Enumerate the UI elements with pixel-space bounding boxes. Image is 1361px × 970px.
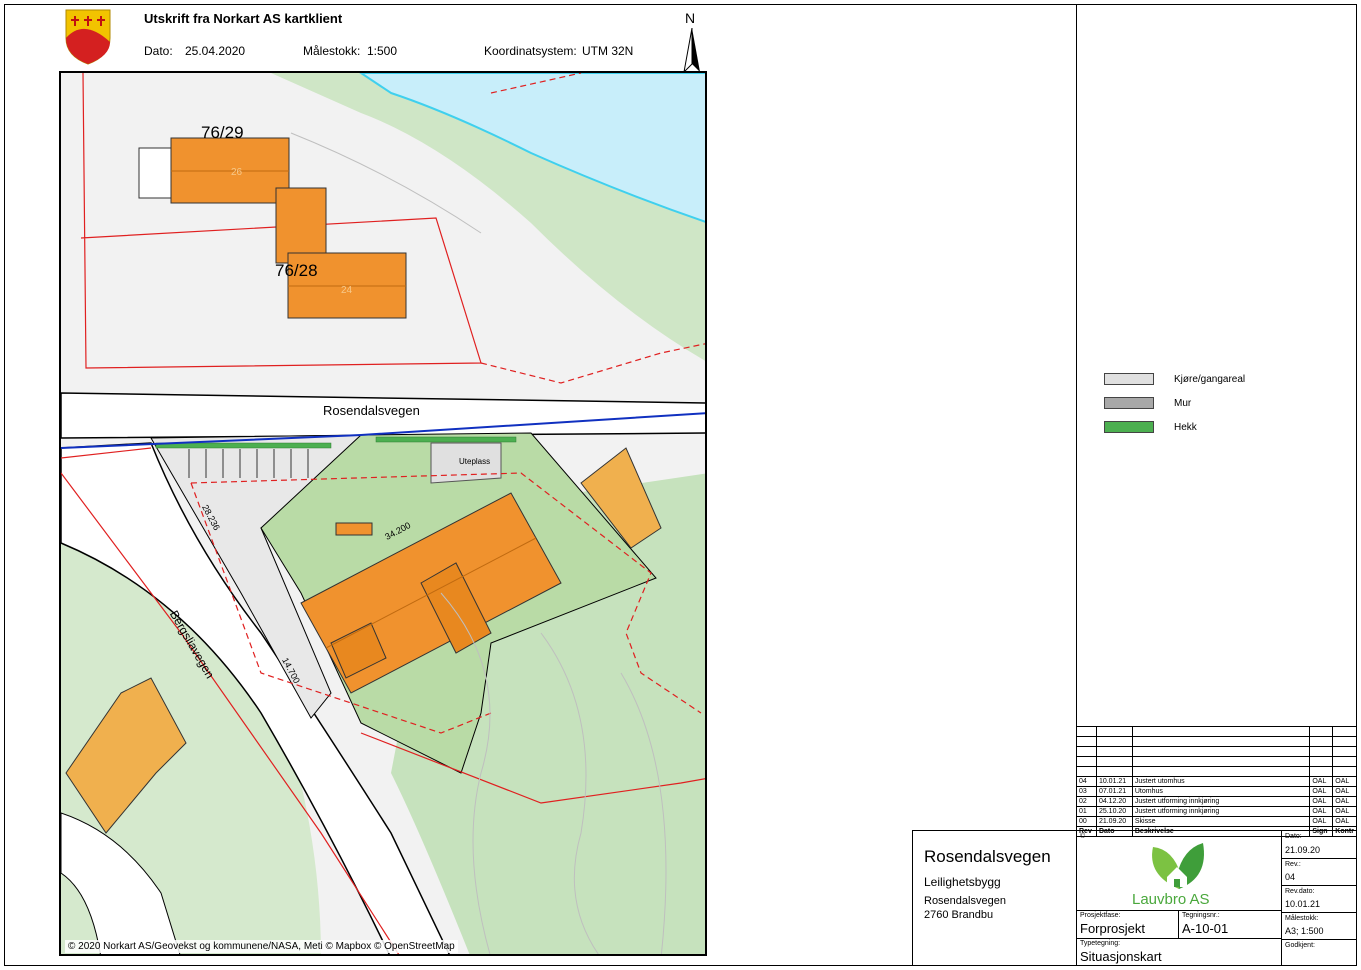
north-label: N (685, 10, 696, 26)
kontr-cell: OAL (1332, 786, 1357, 797)
legend-label: Kjøre/gangareal (1174, 373, 1246, 385)
tb-date-value: 21.09.20 (1285, 845, 1321, 855)
phase-cell: Prosjektfase: Forprosjekt (1077, 911, 1179, 939)
kontr-cell: OAL (1332, 796, 1357, 807)
kontr-cell: OAL (1332, 776, 1357, 787)
date-cell: 04.12.20 (1095, 796, 1133, 807)
desc-cell: Justert utforming innkjøring (1131, 806, 1311, 817)
rev-cell: 03 (1076, 786, 1097, 797)
address-line-2: 2760 Brandbu (924, 909, 994, 921)
kontr-cell: OAL (1332, 806, 1357, 817)
tb-rev-label: Rev.: (1285, 861, 1301, 868)
table-row (1076, 746, 1357, 757)
house-number-24: 24 (341, 285, 353, 296)
project-name: Rosendalsvegen (924, 847, 1051, 866)
tb-rev-date-label: Rev.dato: (1285, 888, 1315, 895)
desc-cell: Skisse (1131, 816, 1311, 827)
date-label: Dato: (144, 44, 173, 58)
rev-cell: 04 (1076, 776, 1097, 787)
drawing-type-cell: Typetegning: Situasjonskart (1077, 939, 1282, 965)
copyright-symbol: © (1080, 833, 1086, 840)
date-cell: 10.01.21 (1095, 776, 1133, 787)
map-view[interactable]: 76/29 76/28 26 24 Rosendalsvegen Bergsli… (59, 71, 707, 956)
legend-swatch (1104, 373, 1154, 385)
tb-rev-value: 04 (1285, 872, 1296, 882)
drawing-number-label: Tegningsnr.: (1182, 912, 1220, 919)
rev-cell: 00 (1076, 816, 1097, 827)
table-row (1076, 736, 1357, 747)
drawing-number-cell: Tegningsnr.: A-10-01 (1179, 911, 1282, 939)
scale-cell: Målestokk: A3; 1:500 (1282, 913, 1356, 940)
tb-scale-label: Målestokk: (1285, 915, 1319, 922)
date-cell: 21.09.20 (1095, 816, 1133, 827)
title-block: Rosendalsvegen Leilighetsbygg Rosendalsv… (912, 830, 1357, 966)
project-type: Leilighetsbygg (924, 875, 1001, 889)
legend-item-hekk: Hekk (1104, 421, 1197, 433)
table-row (1076, 756, 1357, 767)
sheet-divider (1076, 4, 1077, 730)
sign-cell: OAL (1309, 776, 1334, 787)
road-label-rosendalsvegen: Rosendalsvegen (323, 403, 420, 418)
rev-cell: 01 (1076, 806, 1097, 817)
sign-cell: OAL (1309, 796, 1334, 807)
coord-label: Koordinatsystem: (484, 44, 577, 58)
parcel-label-76-29: 76/29 (201, 123, 244, 142)
desc-cell: Utomhus (1131, 786, 1311, 797)
drawing-type-label: Typetegning: (1080, 940, 1121, 947)
north-arrow-icon: N (680, 10, 704, 72)
sign-cell: OAL (1309, 786, 1334, 797)
coord-value: UTM 32N (582, 44, 634, 58)
address-line-1: Rosendalsvegen (924, 895, 1006, 907)
table-row: 03 07.01.21 Utomhus OAL OAL (1076, 786, 1357, 797)
uteplass-label: Uteplass (459, 457, 491, 466)
date-cell: 07.01.21 (1095, 786, 1133, 797)
legend-swatch (1104, 397, 1154, 409)
map-canvas (61, 73, 705, 954)
date-value: 25.04.2020 (185, 44, 246, 58)
table-row: 00 21.09.20 Skisse OAL OAL (1076, 816, 1357, 827)
scale-label: Målestokk: (303, 44, 361, 58)
phase-value: Forprosjekt (1080, 921, 1146, 936)
tb-scale-value: A3; 1:500 (1285, 926, 1324, 936)
legend-label: Mur (1174, 397, 1192, 409)
table-row: 02 04.12.20 Justert utforming innkjøring… (1076, 796, 1357, 807)
kontr-cell: OAL (1332, 816, 1357, 827)
rev-cell: 02 (1076, 796, 1097, 807)
table-row: 01 25.10.20 Justert utforming innkjøring… (1076, 806, 1357, 817)
sign-cell: OAL (1309, 816, 1334, 827)
tb-date-label: Dato: (1285, 833, 1302, 840)
rev-cell: Rev.: 04 (1282, 859, 1356, 886)
date-cell: Dato: 21.09.20 (1282, 831, 1356, 859)
sign-cell: OAL (1309, 806, 1334, 817)
desc-cell: Justert utomhus (1131, 776, 1311, 787)
legend-item-mur: Mur (1104, 397, 1191, 409)
tb-approved-label: Godkjent: (1285, 942, 1315, 949)
drawing-number-value: A-10-01 (1182, 921, 1229, 936)
legend-swatch (1104, 421, 1154, 433)
project-info-cell: Rosendalsvegen Leilighetsbygg Rosendalsv… (913, 831, 1077, 965)
legend-label: Hekk (1174, 421, 1197, 433)
company-name: Lauvbro AS (1132, 891, 1210, 908)
table-row (1076, 726, 1357, 737)
table-row (1076, 766, 1357, 777)
rev-date-cell: Rev.dato: 10.01.21 (1282, 886, 1356, 913)
approved-cell: Godkjent: (1282, 940, 1356, 965)
logo-cell: © Lauvbro AS (1077, 831, 1282, 911)
house-number-26: 26 (231, 167, 243, 178)
parcel-label-76-28: 76/28 (275, 261, 318, 280)
phase-label: Prosjektfase: (1080, 912, 1121, 919)
date-cell: 25.10.20 (1095, 806, 1133, 817)
table-row: 04 10.01.21 Justert utomhus OAL OAL (1076, 776, 1357, 787)
drawing-type-value: Situasjonskart (1080, 949, 1162, 964)
print-title: Utskrift fra Norkart AS kartklient (144, 11, 343, 26)
legend-item-kjore-gangareal: Kjøre/gangareal (1104, 373, 1245, 385)
company-logo-icon (1152, 843, 1204, 889)
desc-cell: Justert utforming innkjøring (1131, 796, 1311, 807)
municipality-crest-icon (65, 9, 111, 65)
scale-value: 1:500 (367, 44, 398, 58)
map-attribution: © 2020 Norkart AS/Geovekst og kommunene/… (65, 940, 458, 953)
tb-rev-date-value: 10.01.21 (1285, 899, 1321, 909)
revision-table: 04 10.01.21 Justert utomhus OAL OAL 03 0… (1076, 726, 1357, 837)
